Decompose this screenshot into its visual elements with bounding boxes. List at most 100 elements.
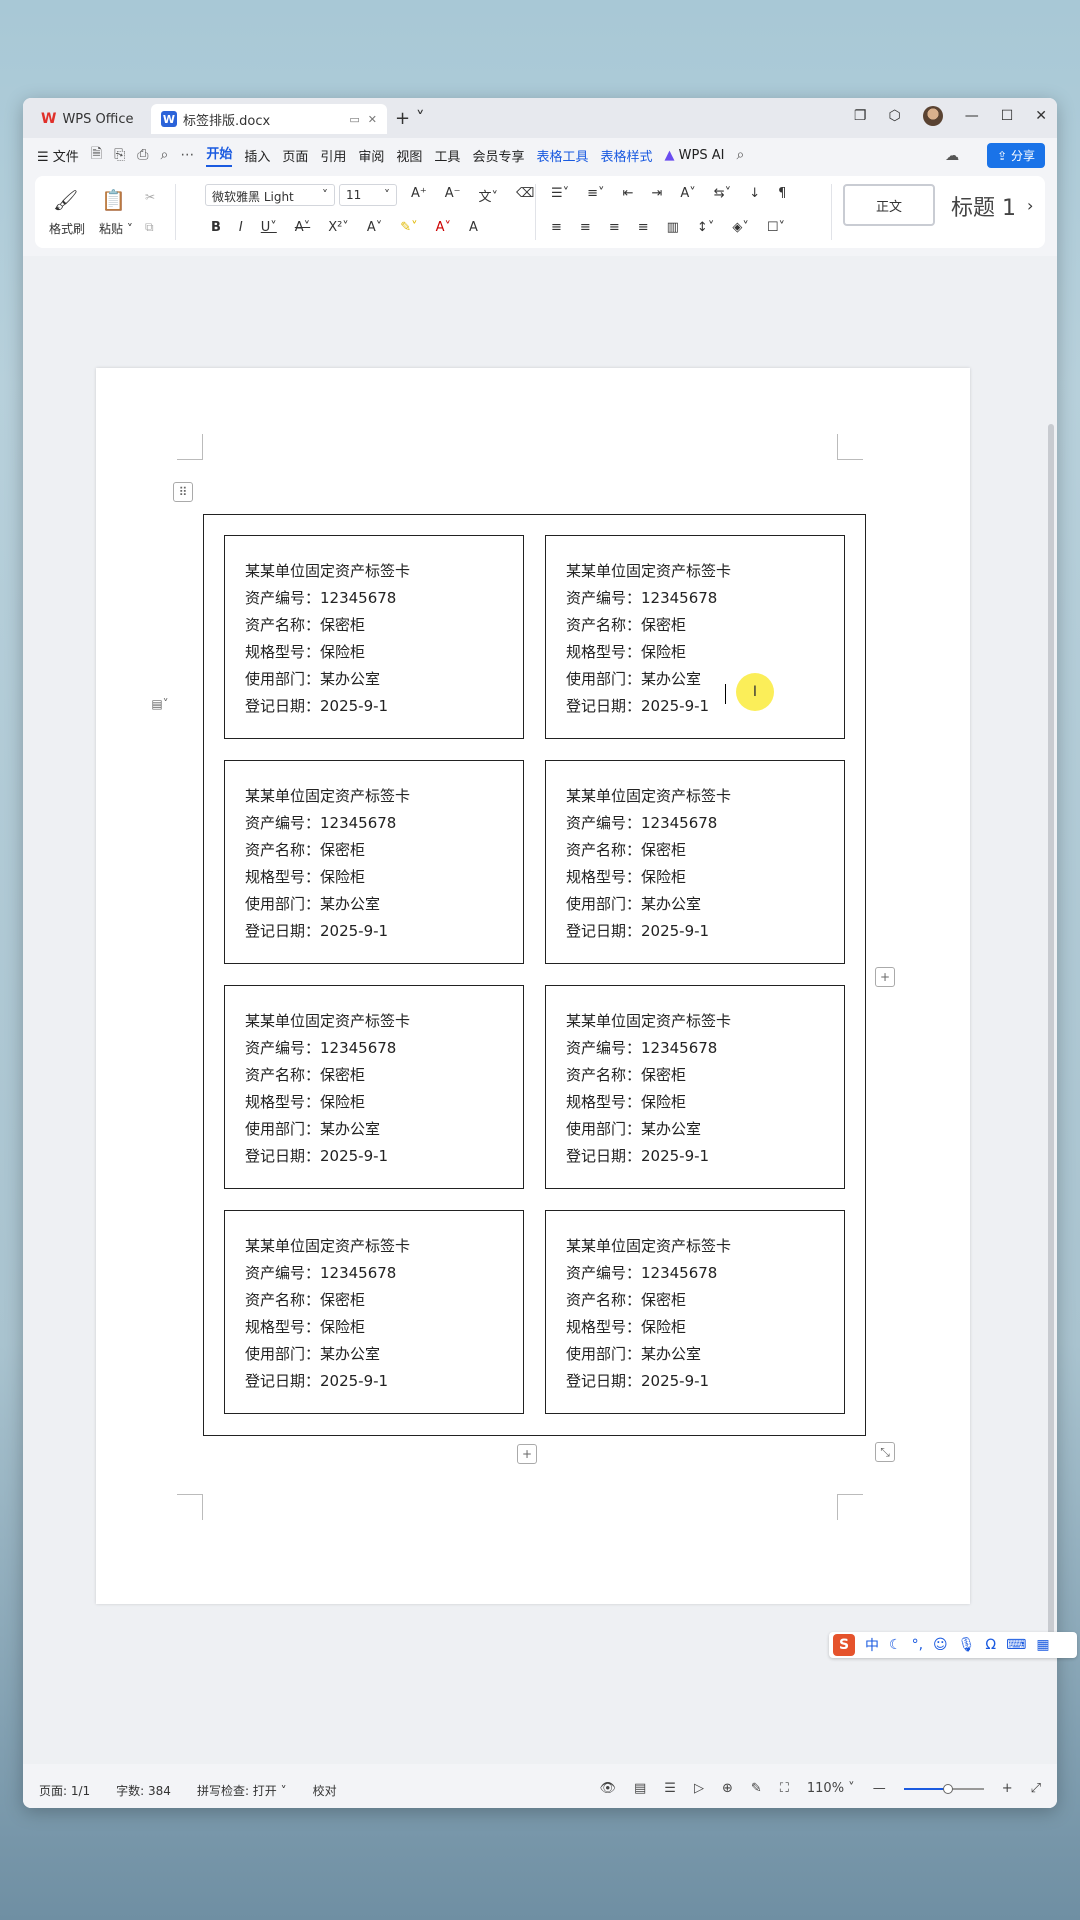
share-button[interactable]: ⇪ 分享: [987, 143, 1045, 168]
bold-icon[interactable]: B: [211, 220, 221, 235]
tab-home[interactable]: 开始: [206, 143, 233, 167]
moon-icon[interactable]: ☾: [889, 1637, 902, 1653]
highlight-icon[interactable]: ✎˅: [400, 220, 417, 235]
outline-view-icon[interactable]: ☰: [664, 1781, 676, 1796]
search-icon[interactable]: ⌕: [736, 147, 744, 163]
cube-icon[interactable]: ⬡: [888, 108, 900, 124]
cut-icon[interactable]: ✂: [145, 190, 155, 204]
styles-more-icon[interactable]: ›: [1027, 196, 1033, 215]
menu-file[interactable]: ☰ 文件: [37, 146, 79, 165]
zoom-slider-knob[interactable]: [942, 1783, 953, 1794]
vertical-scrollbar[interactable]: [1048, 424, 1054, 1654]
tab-member[interactable]: 会员专享: [472, 146, 524, 165]
print-icon[interactable]: ⎙: [137, 147, 148, 163]
zoom-in-icon[interactable]: +: [1002, 1781, 1013, 1796]
bullet-list-icon[interactable]: ☰˅: [551, 186, 569, 201]
paragraph-mark-icon[interactable]: ¶: [778, 186, 786, 201]
save-icon[interactable]: 🗎: [91, 143, 102, 167]
sogou-logo-icon[interactable]: S: [833, 1634, 855, 1656]
tab-references[interactable]: 引用: [320, 146, 346, 165]
label-card[interactable]: 某某单位固定资产标签卡 资产编号：12345678 资产名称：保密柜 规格型号：…: [224, 535, 524, 739]
preview-icon[interactable]: ⌕: [160, 147, 168, 163]
style-normal[interactable]: 正文: [843, 184, 935, 226]
label-card[interactable]: 某某单位固定资产标签卡 资产编号：12345678 资产名称：保密柜 规格型号：…: [545, 985, 845, 1189]
maximize-icon[interactable]: ☐: [1001, 108, 1014, 124]
play-icon[interactable]: ▷: [694, 1781, 704, 1796]
char-shading-icon[interactable]: A: [469, 220, 478, 235]
label-card[interactable]: 某某单位固定资产标签卡 资产编号：12345678 资产名称：保密柜 规格型号：…: [224, 1210, 524, 1414]
cloud-sync-icon[interactable]: ☁: [945, 148, 959, 164]
fullscreen-icon[interactable]: ⤢: [1031, 1781, 1041, 1796]
grow-font-icon[interactable]: A⁺: [411, 186, 427, 205]
keyboard-icon[interactable]: ⌨: [1006, 1637, 1026, 1653]
format-painter-icon[interactable]: 🖌: [53, 188, 78, 212]
font-size-select[interactable]: 11 ˅: [339, 184, 397, 206]
table-move-handle[interactable]: ⠿: [173, 482, 193, 502]
underline-icon[interactable]: U˅: [261, 220, 277, 235]
format-painter-label[interactable]: 格式刷: [49, 220, 85, 237]
font-color-icon[interactable]: A˅: [436, 220, 451, 235]
tab-insert[interactable]: 插入: [244, 146, 270, 165]
tab-tools[interactable]: 工具: [434, 146, 460, 165]
punctuation-icon[interactable]: °,: [912, 1637, 923, 1653]
label-card[interactable]: 某某单位固定资产标签卡 资产编号：12345678 资产名称：保密柜 规格型号：…: [224, 760, 524, 964]
spell-check-toggle[interactable]: 拼写检查: 打开 ˅: [197, 1782, 287, 1799]
zoom-level[interactable]: 110% ˅: [807, 1781, 855, 1796]
new-tab-icon[interactable]: + ˅: [395, 108, 425, 129]
strikethrough-icon[interactable]: A˅: [295, 220, 310, 235]
style-heading-1[interactable]: 标题 1: [951, 190, 1016, 222]
paste-button[interactable]: 粘贴 ˅: [99, 220, 133, 237]
label-card[interactable]: 某某单位固定资产标签卡 资产编号：12345678 资产名称：保密柜 规格型号：…: [224, 985, 524, 1189]
copy-icon[interactable]: ⧉: [145, 220, 154, 235]
write-mode-icon[interactable]: ✎: [751, 1781, 762, 1796]
add-row-button[interactable]: +: [517, 1444, 537, 1464]
sort-icon[interactable]: ↓: [749, 186, 760, 201]
tab-page[interactable]: 页面: [282, 146, 308, 165]
font-name-select[interactable]: 微软雅黑 Light ˅: [205, 184, 335, 206]
zoom-out-icon[interactable]: —: [873, 1781, 886, 1796]
distribute-icon[interactable]: ▥: [667, 220, 679, 235]
minimize-icon[interactable]: —: [965, 108, 979, 124]
align-center-icon[interactable]: ≡: [580, 220, 591, 235]
grid-icon[interactable]: ▦: [1036, 1637, 1049, 1653]
window-mode-icon[interactable]: ▭: [349, 113, 359, 126]
align-left-icon[interactable]: ≡: [551, 220, 562, 235]
label-table[interactable]: 某某单位固定资产标签卡 资产编号：12345678 资产名称：保密柜 规格型号：…: [203, 514, 866, 1436]
document-page[interactable]: ⠿ ▤˅ 某某单位固定资产标签卡 资产编号：12345678 资产名称：保密柜 …: [96, 368, 970, 1604]
close-window-icon[interactable]: ✕: [1035, 108, 1047, 124]
emoji-icon[interactable]: ☺: [933, 1637, 948, 1653]
chinese-layout-icon[interactable]: A˅: [680, 186, 695, 201]
phonetic-icon[interactable]: 文˅: [479, 186, 499, 205]
avatar[interactable]: [922, 106, 943, 126]
tab-review[interactable]: 审阅: [358, 146, 384, 165]
word-count[interactable]: 字数: 384: [116, 1782, 171, 1799]
page-view-icon[interactable]: ▤: [634, 1781, 646, 1796]
more-icon[interactable]: ⋯: [180, 147, 194, 163]
numbered-list-icon[interactable]: ≡˅: [587, 186, 604, 201]
decrease-indent-icon[interactable]: ⇤: [623, 186, 634, 201]
clear-format-icon[interactable]: ⌫: [516, 186, 534, 205]
add-column-button[interactable]: +: [875, 967, 895, 987]
tab-wps-ai[interactable]: ▲ WPS AI: [664, 148, 724, 163]
align-right-icon[interactable]: ≡: [609, 220, 620, 235]
italic-icon[interactable]: I: [239, 220, 243, 235]
omega-icon[interactable]: Ω: [985, 1637, 996, 1653]
tab-wps-office[interactable]: W WPS Office: [31, 104, 149, 134]
increase-indent-icon[interactable]: ⇥: [651, 186, 662, 201]
border-icon[interactable]: ☐˅: [767, 220, 785, 235]
label-card[interactable]: 某某单位固定资产标签卡 资产编号：12345678 资产名称：保密柜 规格型号：…: [545, 535, 845, 739]
web-view-icon[interactable]: ⊕: [722, 1781, 733, 1796]
zoom-slider[interactable]: [903, 1783, 984, 1794]
microphone-icon[interactable]: 🎙: [958, 1637, 976, 1653]
shrink-font-icon[interactable]: A⁻: [445, 186, 461, 205]
text-effect-icon[interactable]: A˅: [367, 220, 382, 235]
proofread-button[interactable]: 校对: [313, 1782, 337, 1799]
tab-table-style[interactable]: 表格样式: [600, 146, 652, 165]
label-card[interactable]: 某某单位固定资产标签卡 资产编号：12345678 资产名称：保密柜 规格型号：…: [545, 1210, 845, 1414]
close-tab-icon[interactable]: ✕: [368, 113, 377, 126]
eye-protection-icon[interactable]: 👁: [599, 1781, 616, 1796]
justify-icon[interactable]: ≡: [638, 220, 649, 235]
label-card[interactable]: 某某单位固定资产标签卡 资产编号：12345678 资产名称：保密柜 规格型号：…: [545, 760, 845, 964]
page-indicator[interactable]: 页面: 1/1: [39, 1782, 90, 1799]
shading-icon[interactable]: ◈˅: [732, 220, 749, 235]
